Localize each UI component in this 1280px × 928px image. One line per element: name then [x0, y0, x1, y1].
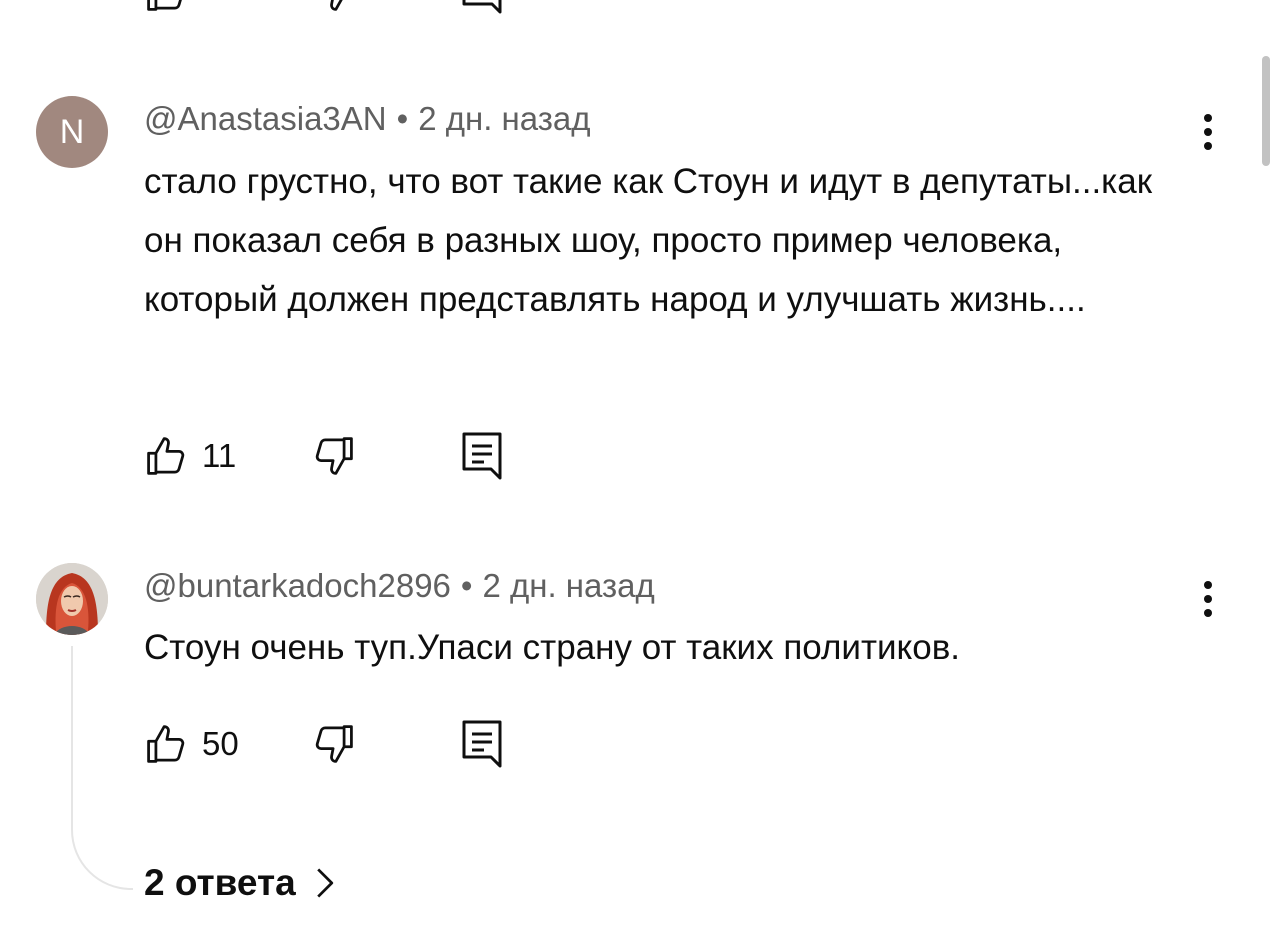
- avatar-letter: N: [59, 112, 85, 151]
- thumbs-up-icon[interactable]: [144, 0, 188, 14]
- previous-comment-actions: [0, 0, 1280, 14]
- like-button[interactable]: 11: [144, 434, 236, 478]
- thumbs-down-icon[interactable]: [312, 0, 356, 14]
- comment-author[interactable]: @buntarkadoch2896: [144, 567, 451, 604]
- comment-author[interactable]: @Anastasia3AN: [144, 100, 387, 137]
- like-button[interactable]: 50: [144, 722, 239, 766]
- comment-meta: @Anastasia3AN • 2 дн. назад: [144, 99, 590, 139]
- comment-time: 2 дн. назад: [482, 567, 655, 604]
- user-portrait-icon: [36, 563, 108, 635]
- meta-separator: •: [460, 567, 473, 604]
- comment-text: стало грустно, что вот такие как Стоун и…: [144, 162, 1153, 319]
- chevron-right-icon: [316, 868, 333, 898]
- thumbs-up-icon: [147, 725, 185, 763]
- reply-comment-icon[interactable]: [462, 720, 502, 768]
- replies-label: 2 ответа: [144, 862, 296, 903]
- avatar[interactable]: N: [36, 96, 108, 168]
- like-count: 11: [202, 437, 237, 474]
- scrollbar-thumb[interactable]: [1262, 56, 1270, 166]
- more-options-button[interactable]: [1188, 104, 1228, 160]
- more-options-button[interactable]: [1188, 571, 1228, 627]
- more-vertical-icon: [1204, 114, 1212, 122]
- view-replies-button[interactable]: 2 ответа: [144, 862, 336, 904]
- comment-time: 2 дн. назад: [418, 100, 591, 137]
- meta-separator: •: [396, 100, 409, 137]
- reply-comment-icon[interactable]: [462, 432, 502, 480]
- reply-thread-line: [71, 646, 133, 890]
- more-vertical-icon: [1204, 581, 1212, 589]
- like-count: 50: [202, 725, 239, 762]
- comment-meta: @buntarkadoch2896 • 2 дн. назад: [144, 566, 655, 606]
- avatar[interactable]: [36, 563, 108, 635]
- thumbs-up-icon: [147, 437, 185, 475]
- thumbs-down-icon[interactable]: [312, 434, 356, 478]
- reply-comment-icon[interactable]: [462, 0, 502, 14]
- thumbs-down-icon[interactable]: [312, 722, 356, 766]
- comment-text: Стоун очень туп.Упаси страну от таких по…: [144, 628, 961, 667]
